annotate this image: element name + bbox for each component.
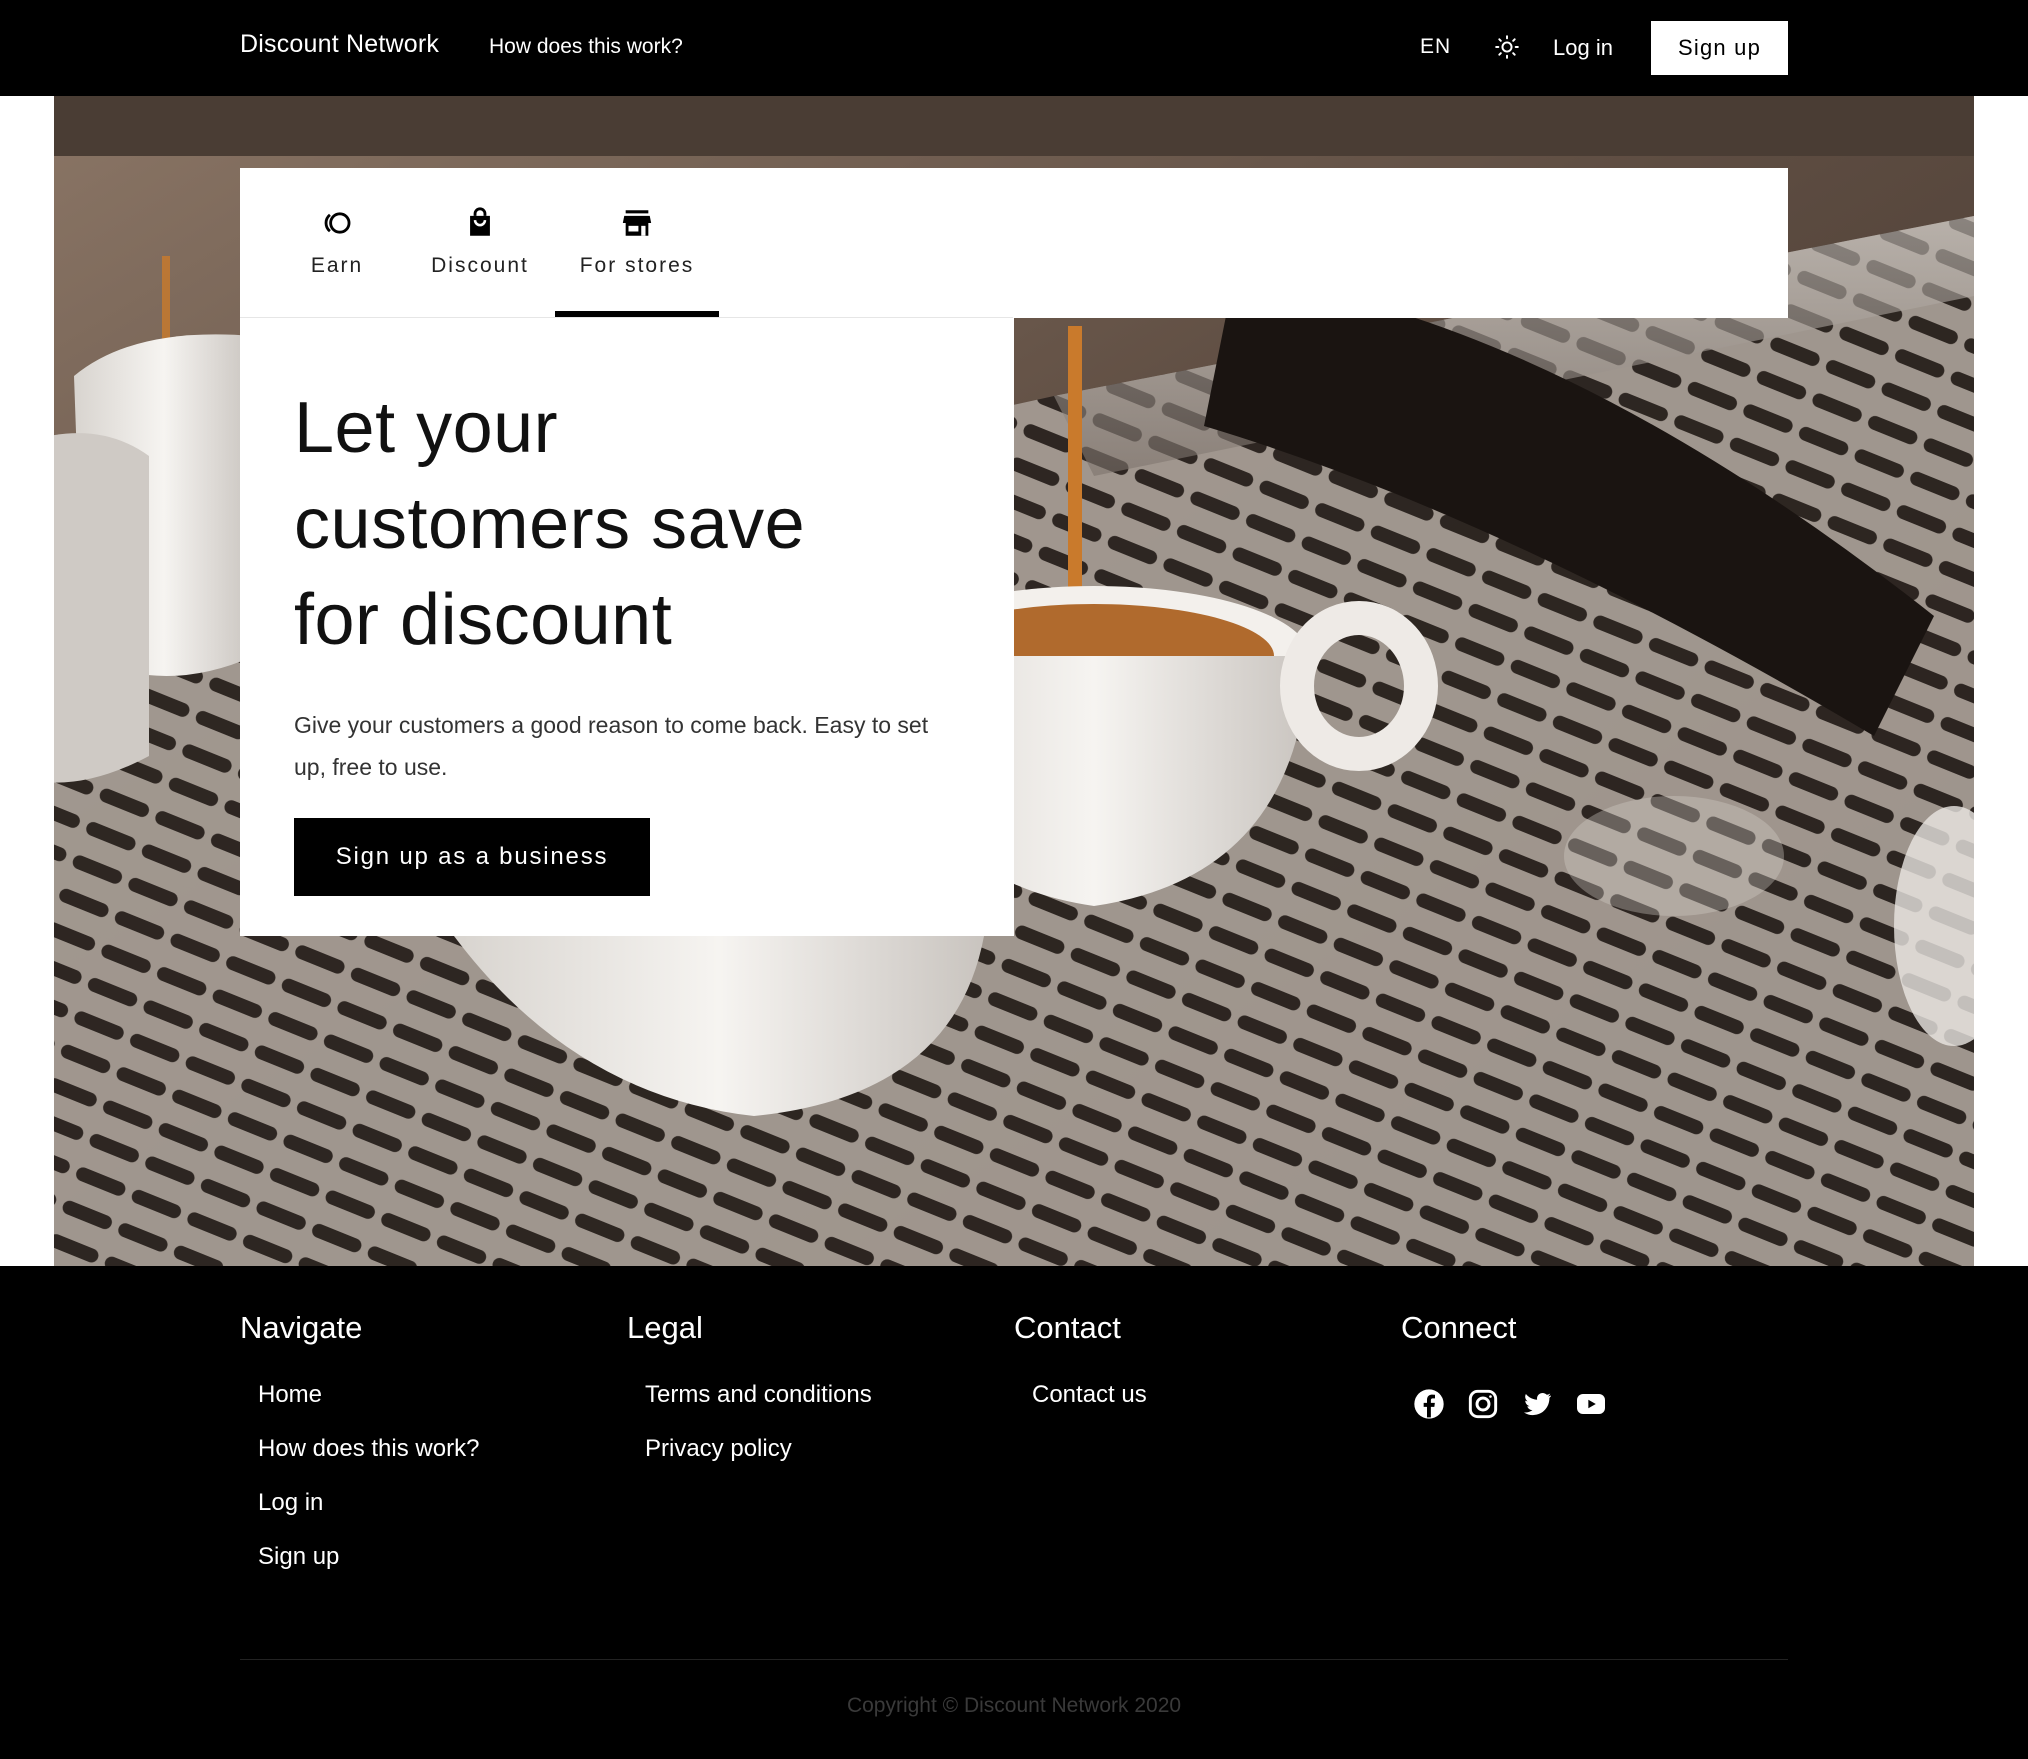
hero-headline: Let your customers save for discount: [294, 380, 960, 668]
tab-discount-label: Discount: [431, 254, 529, 277]
tab-for-stores[interactable]: For stores: [555, 168, 719, 318]
top-navbar: Discount Network How does this work? EN …: [0, 0, 2028, 96]
footer-link-signup[interactable]: Sign up: [258, 1542, 479, 1596]
footer-connect-title: Connect: [1401, 1310, 1517, 1345]
footer-contact-title: Contact: [1014, 1310, 1121, 1345]
hero-subtext: Give your customers a good reason to com…: [294, 712, 929, 780]
footer-link-home[interactable]: Home: [258, 1380, 479, 1434]
shopping-bag-icon: [470, 207, 490, 236]
facebook-icon[interactable]: [1413, 1388, 1445, 1420]
footer-divider: [240, 1659, 1788, 1660]
footer-link-terms[interactable]: Terms and conditions: [645, 1380, 872, 1434]
hero-content-card: Let your customers save for discount Giv…: [240, 318, 1014, 936]
brand-logo-link[interactable]: Discount Network: [240, 30, 439, 59]
twitter-icon[interactable]: [1521, 1388, 1553, 1420]
how-it-works-link[interactable]: How does this work?: [489, 35, 683, 59]
language-selector[interactable]: EN: [1420, 35, 1451, 59]
footer-link-contact-us[interactable]: Contact us: [1032, 1380, 1147, 1434]
footer-connect-column: Connect: [1401, 1310, 1607, 1420]
footer: Navigate Home How does this work? Log in…: [0, 1266, 2028, 1759]
youtube-icon[interactable]: [1575, 1388, 1607, 1420]
footer-link-login[interactable]: Log in: [258, 1488, 479, 1542]
footer-navigate-title: Navigate: [240, 1310, 363, 1345]
footer-legal-column: Legal Terms and conditions Privacy polic…: [627, 1310, 872, 1488]
tab-discount[interactable]: Discount: [415, 168, 545, 318]
tab-earn-label: Earn: [310, 254, 364, 277]
footer-legal-title: Legal: [627, 1310, 703, 1345]
instagram-icon[interactable]: [1467, 1388, 1499, 1420]
login-link[interactable]: Log in: [1553, 35, 1613, 61]
headline-line-3: for discount: [294, 580, 673, 660]
tab-earn[interactable]: Earn: [280, 168, 394, 318]
headline-line-1: Let your: [294, 388, 559, 468]
footer-contact-column: Contact Contact us: [1014, 1310, 1147, 1434]
signup-business-button[interactable]: Sign up as a business: [294, 818, 650, 896]
tabs-bar: Earn Discount For stores: [240, 168, 1788, 318]
signup-button[interactable]: Sign up: [1651, 21, 1788, 75]
lightbulb-icon[interactable]: [1494, 34, 1520, 60]
social-links: [1401, 1388, 1607, 1420]
storefront-icon: [622, 210, 652, 236]
copyright-text: Copyright © Discount Network 2020: [846, 1694, 1182, 1717]
coins-icon: [324, 212, 351, 234]
footer-link-how[interactable]: How does this work?: [258, 1434, 479, 1488]
headline-line-2: customers save: [294, 484, 806, 564]
footer-link-privacy[interactable]: Privacy policy: [645, 1434, 872, 1488]
tab-for-stores-label: For stores: [579, 254, 695, 277]
footer-navigate-column: Navigate Home How does this work? Log in…: [240, 1310, 479, 1596]
